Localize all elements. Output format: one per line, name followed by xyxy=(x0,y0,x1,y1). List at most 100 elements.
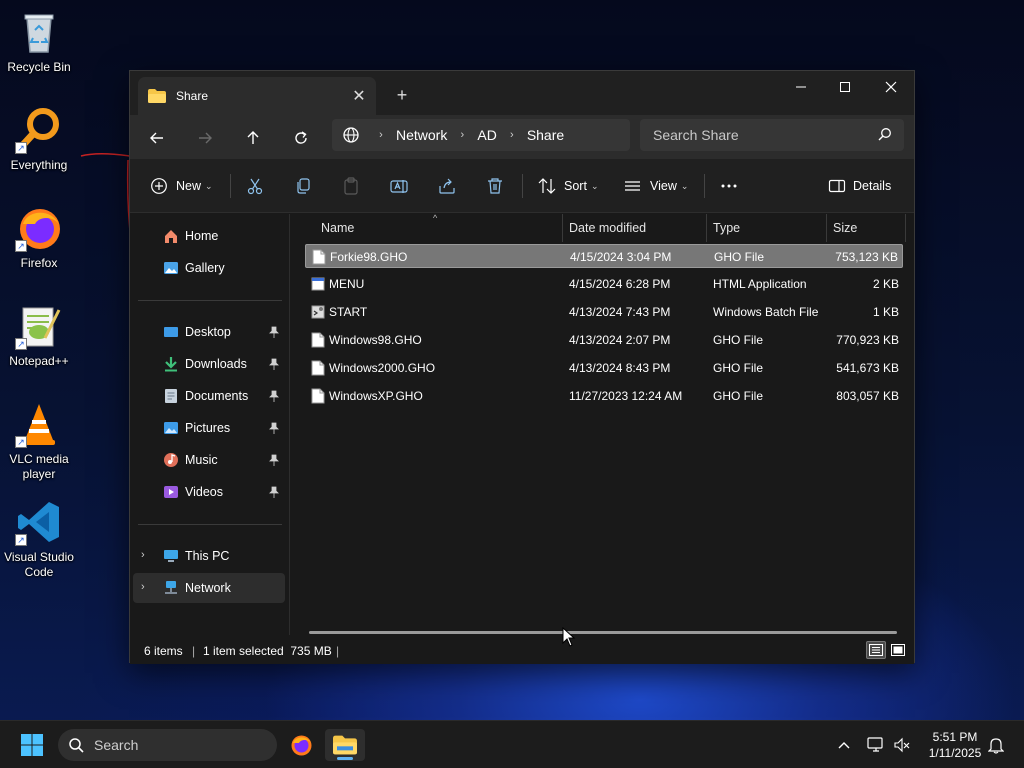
share-icon xyxy=(439,178,455,194)
column-divider[interactable] xyxy=(826,214,827,242)
column-divider[interactable] xyxy=(905,214,906,242)
taskbar-search-box[interactable]: Search xyxy=(58,729,277,761)
file-type: GHO File xyxy=(713,333,764,347)
table-row[interactable]: START 4/13/2024 7:43 PM Windows Batch Fi… xyxy=(305,300,903,324)
network-status-button[interactable] xyxy=(866,735,886,755)
pin-icon[interactable] xyxy=(269,422,279,434)
address-bar[interactable]: › Network › AD › Share xyxy=(332,119,630,151)
nav-item-videos[interactable]: Videos xyxy=(133,477,285,507)
chevron-up-icon xyxy=(838,742,850,749)
notifications-button[interactable] xyxy=(986,735,1006,755)
refresh-icon xyxy=(295,131,307,144)
new-button[interactable]: New ⌄ xyxy=(150,171,213,201)
delete-button[interactable] xyxy=(486,171,504,201)
back-button[interactable] xyxy=(142,123,172,153)
breadcrumb-chevron-icon[interactable]: › xyxy=(374,129,388,141)
desktop-icon-everything[interactable]: ↗ Everything xyxy=(0,106,78,173)
close-tab-icon[interactable]: ✕ xyxy=(342,82,376,110)
desktop-icon-vscode[interactable]: ↗ Visual Studio Code xyxy=(0,498,78,580)
tab-share[interactable]: Share ✕ xyxy=(138,77,376,115)
breadcrumb-ad[interactable]: AD xyxy=(469,127,504,143)
more-options-button[interactable] xyxy=(720,171,738,201)
new-tab-button[interactable]: + xyxy=(388,83,416,109)
maximize-button[interactable] xyxy=(822,71,868,103)
details-view-button[interactable] xyxy=(866,641,886,659)
search-box[interactable]: Search Share xyxy=(640,119,904,151)
file-icon xyxy=(311,388,325,404)
nav-item-pictures[interactable]: Pictures xyxy=(133,413,285,443)
breadcrumb-share[interactable]: Share xyxy=(519,127,572,143)
nav-item-this-pc[interactable]: › This PC xyxy=(133,541,285,571)
nav-item-network[interactable]: › Network xyxy=(133,573,285,603)
volume-button[interactable] xyxy=(892,735,912,755)
file-type: GHO File xyxy=(713,389,764,403)
table-row[interactable]: WindowsXP.GHO 11/27/2023 12:24 AM GHO Fi… xyxy=(305,384,903,408)
tiles-view-button[interactable] xyxy=(888,641,908,659)
rename-button[interactable] xyxy=(390,171,408,201)
nav-item-music[interactable]: Music xyxy=(133,445,285,475)
details-pane-button[interactable]: Details xyxy=(828,171,891,201)
cut-button[interactable] xyxy=(246,171,264,201)
forward-button[interactable] xyxy=(190,123,220,153)
details-label: Details xyxy=(853,179,892,193)
breadcrumb-chevron-icon[interactable]: › xyxy=(455,129,469,141)
column-divider[interactable] xyxy=(706,214,707,242)
search-icon xyxy=(878,128,891,141)
pin-icon[interactable] xyxy=(269,454,279,466)
minimize-button[interactable] xyxy=(778,71,824,103)
file-date: 4/13/2024 2:07 PM xyxy=(569,333,671,347)
column-header-type[interactable]: Type xyxy=(713,221,740,235)
column-header-size[interactable]: Size xyxy=(833,221,857,235)
horizontal-scrollbar[interactable] xyxy=(309,631,897,634)
desktop-icon-recycle-bin[interactable]: Recycle Bin xyxy=(0,8,78,75)
nav-item-downloads[interactable]: Downloads xyxy=(133,349,285,379)
up-arrow-icon xyxy=(247,131,259,144)
nav-item-documents[interactable]: Documents xyxy=(133,381,285,411)
batch-icon xyxy=(311,305,325,319)
column-header-date[interactable]: Date modified xyxy=(569,221,646,235)
share-button[interactable] xyxy=(438,171,456,201)
nav-item-home[interactable]: Home xyxy=(133,221,285,251)
close-window-button[interactable] xyxy=(868,71,914,103)
nav-item-gallery[interactable]: Gallery xyxy=(133,253,285,283)
taskbar-firefox[interactable] xyxy=(281,729,321,761)
table-row[interactable]: Forkie98.GHO 4/15/2024 3:04 PM GHO File … xyxy=(305,244,903,268)
refresh-button[interactable] xyxy=(286,123,316,153)
paste-button[interactable] xyxy=(342,171,360,201)
show-hidden-icons-button[interactable] xyxy=(834,735,854,755)
documents-icon xyxy=(165,389,177,403)
pin-icon[interactable] xyxy=(269,486,279,498)
table-row[interactable]: MENU 4/15/2024 6:28 PM HTML Application … xyxy=(305,272,903,296)
view-button[interactable]: View ⌄ xyxy=(624,171,688,201)
desktop-icon-notepadpp[interactable]: ↗ Notepad++ xyxy=(0,302,78,369)
nav-item-label: Desktop xyxy=(185,325,231,339)
pin-icon[interactable] xyxy=(269,358,279,370)
pin-icon[interactable] xyxy=(269,390,279,402)
breadcrumb-chevron-icon[interactable]: › xyxy=(505,129,519,141)
nav-item-label: Pictures xyxy=(185,421,231,435)
expand-chevron-icon[interactable]: › xyxy=(141,549,145,561)
taskbar-file-explorer[interactable] xyxy=(325,729,365,761)
pin-icon[interactable] xyxy=(269,326,279,338)
start-button[interactable] xyxy=(12,729,52,761)
table-row[interactable]: Windows98.GHO 4/13/2024 2:07 PM GHO File… xyxy=(305,328,903,352)
view-list-icon xyxy=(625,181,640,191)
breadcrumb-network[interactable]: Network xyxy=(388,127,455,143)
up-button[interactable] xyxy=(238,123,268,153)
recycle-bin-icon xyxy=(15,8,63,56)
folder-icon xyxy=(148,89,166,103)
copy-button[interactable] xyxy=(294,171,312,201)
taskbar-search-label: Search xyxy=(94,737,139,753)
shortcut-arrow-icon: ↗ xyxy=(15,142,27,154)
sort-button[interactable]: Sort ⌄ xyxy=(538,171,598,201)
nav-item-label: Documents xyxy=(185,389,249,403)
forward-arrow-icon xyxy=(199,132,212,144)
delete-trash-icon xyxy=(488,178,502,194)
desktop-icon-vlc[interactable]: ↗ VLC media player xyxy=(0,400,78,482)
desktop-icon-firefox[interactable]: ↗ Firefox xyxy=(0,204,78,271)
expand-chevron-icon[interactable]: › xyxy=(141,581,145,593)
nav-item-desktop[interactable]: Desktop xyxy=(133,317,285,347)
column-divider[interactable] xyxy=(562,214,563,242)
table-row[interactable]: Windows2000.GHO 4/13/2024 8:43 PM GHO Fi… xyxy=(305,356,903,380)
column-header-name[interactable]: Name xyxy=(321,221,354,235)
